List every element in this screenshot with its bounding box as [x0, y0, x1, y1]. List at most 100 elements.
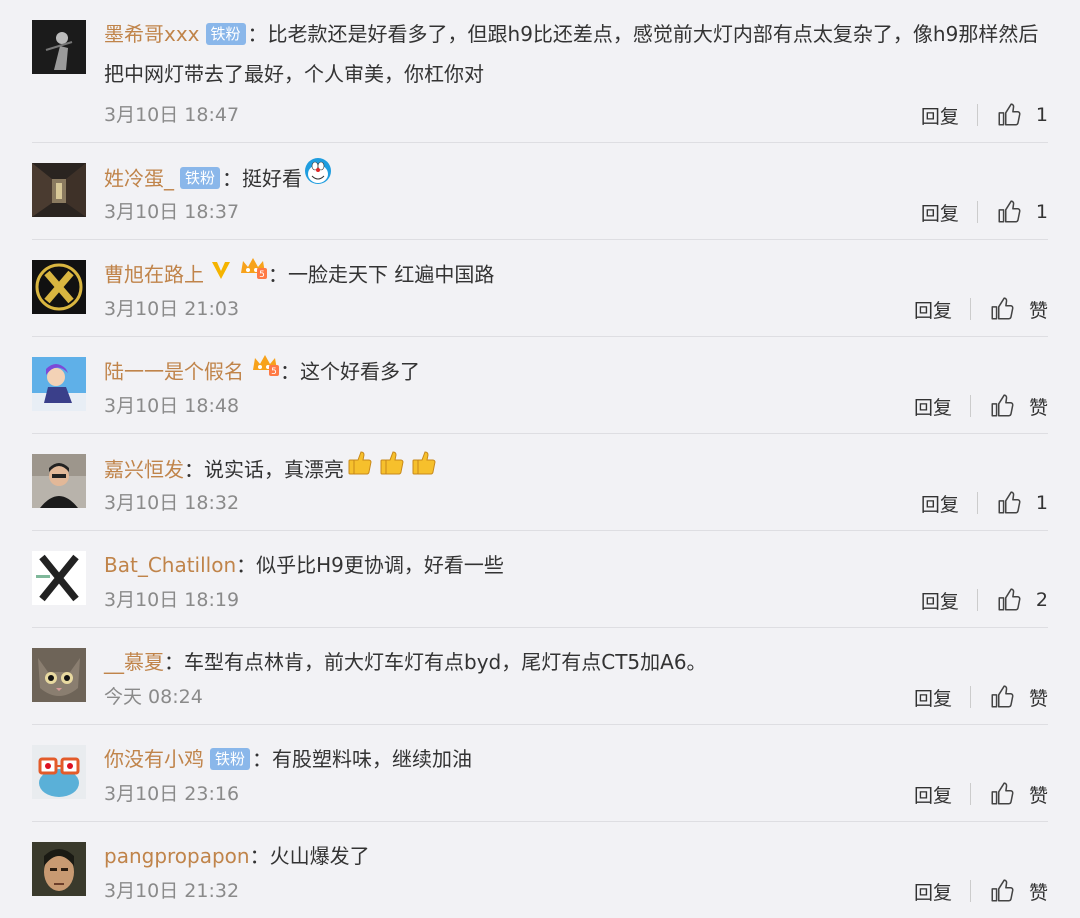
reply-button[interactable]: 回复	[921, 587, 959, 614]
username-link[interactable]: 你没有小鸡	[104, 747, 204, 771]
divider	[969, 298, 971, 320]
thumbs-up-icon	[991, 782, 1014, 805]
thumbs-up-emoji	[378, 448, 406, 489]
comment-actions: 回复 赞	[914, 779, 1048, 809]
comment-time: 今天 08:24	[104, 686, 203, 708]
svg-text:5: 5	[271, 367, 277, 377]
comment-text: 一脸走天下 红遍中国路	[288, 262, 495, 287]
like-count: 1	[1035, 104, 1048, 126]
comment-time: 3月10日 18:32	[104, 492, 240, 514]
like-button[interactable]: 赞	[989, 296, 1048, 323]
comment-time: 3月10日 18:19	[104, 589, 240, 611]
like-count: 1	[1035, 201, 1048, 223]
comment-item: 陆一一是个假名 5 ：这个好看多了 3月10日 18:48 回复 赞	[32, 337, 1048, 434]
comment-actions: 回复 赞	[914, 876, 1048, 906]
like-button[interactable]: 1	[996, 199, 1048, 225]
divider	[976, 492, 978, 514]
username-link[interactable]: 陆一一是个假名	[104, 360, 244, 384]
reply-button[interactable]: 回复	[921, 102, 959, 129]
like-button[interactable]: 1	[996, 490, 1048, 516]
divider	[976, 589, 978, 611]
like-count: 赞	[1028, 881, 1048, 904]
like-button[interactable]: 赞	[989, 684, 1048, 711]
username-link[interactable]: 嘉兴恒发	[104, 458, 184, 482]
divider	[969, 783, 971, 805]
vip-crown-icon: 5	[250, 351, 280, 391]
dark-figure-avatar[interactable]	[32, 20, 86, 74]
comment-text: 车型有点林肯，前大灯车灯有点byd，尾灯有点CT5加A6。	[184, 650, 707, 674]
like-button[interactable]: 2	[996, 587, 1048, 613]
divider	[969, 395, 971, 417]
like-count: 赞	[1028, 784, 1048, 807]
x-logo-avatar[interactable]	[32, 260, 86, 314]
reply-button[interactable]: 回复	[921, 199, 959, 226]
thumbs-up-icon	[998, 200, 1021, 223]
person-avatar[interactable]	[32, 454, 86, 508]
comment-text: 有股塑料味，继续加油	[272, 747, 473, 771]
reply-button[interactable]: 回复	[921, 490, 959, 517]
comment-text: 这个好看多了	[300, 359, 420, 384]
comment-item: 嘉兴恒发：说实话，真漂亮 3月10日 18:32 回复 1	[32, 434, 1048, 531]
comment-body: 嘉兴恒发：说实话，真漂亮	[104, 448, 1048, 494]
comment-item: 曹旭在路上 5 ：一脸走天下 红遍中国路 3月10日 21:03 回复 赞	[32, 240, 1048, 337]
comment-time: 3月10日 23:16	[104, 783, 240, 805]
reply-button[interactable]: 回复	[914, 684, 952, 711]
reply-button[interactable]: 回复	[914, 878, 952, 905]
reply-button[interactable]: 回复	[914, 781, 952, 808]
x-letter-avatar[interactable]	[32, 551, 86, 605]
comment-actions: 回复 赞	[914, 294, 1048, 324]
comment-time: 3月10日 21:03	[104, 298, 240, 320]
comment-item: pangpropapon：火山爆发了 3月10日 21:32 回复 赞	[32, 822, 1048, 918]
thumbs-up-icon	[998, 491, 1021, 514]
like-button[interactable]: 1	[996, 102, 1048, 128]
thumbs-up-icon	[991, 297, 1014, 320]
face-avatar[interactable]	[32, 842, 86, 896]
like-button[interactable]: 赞	[989, 781, 1048, 808]
corridor-avatar[interactable]	[32, 163, 86, 217]
reply-button[interactable]: 回复	[914, 393, 952, 420]
comment-body: 姓冷蛋_ 铁粉 ：挺好看	[104, 157, 1048, 203]
thumbs-up-icon	[991, 879, 1014, 902]
username-link[interactable]: 姓冷蛋_	[104, 167, 174, 191]
thumbs-up-emoji	[410, 448, 438, 489]
doraemon-emoji	[304, 157, 332, 198]
username-link[interactable]: __慕夏	[104, 650, 164, 674]
frog-avatar[interactable]	[32, 745, 86, 799]
username-link[interactable]: Bat_Chatillon	[104, 553, 236, 577]
comment-actions: 回复 2	[921, 585, 1048, 615]
username-link[interactable]: 墨希哥xxx	[104, 22, 200, 46]
like-count: 赞	[1028, 396, 1048, 419]
comment-body: 你没有小鸡 铁粉 ：有股塑料味，继续加油	[104, 747, 473, 771]
comment-text: 似乎比H9更协调，好看一些	[256, 553, 504, 577]
comment-body: 陆一一是个假名 5 ：这个好看多了	[104, 351, 1048, 395]
like-button[interactable]: 赞	[989, 393, 1048, 420]
thumbs-up-icon	[998, 103, 1021, 126]
like-count: 2	[1035, 589, 1048, 611]
divider	[976, 104, 978, 126]
cat-avatar[interactable]	[32, 648, 86, 702]
reply-button[interactable]: 回复	[914, 296, 952, 323]
comment-time: 3月10日 18:37	[104, 201, 240, 223]
like-button[interactable]: 赞	[989, 878, 1048, 905]
thumbs-up-emoji	[346, 448, 374, 489]
thumbs-up-icon	[998, 588, 1021, 611]
verified-v-icon	[210, 254, 232, 294]
anime-avatar[interactable]	[32, 357, 86, 411]
comment-item: Bat_Chatillon：似乎比H9更协调，好看一些 3月10日 18:19 …	[32, 531, 1048, 628]
divider	[969, 880, 971, 902]
comment-body: 墨希哥xxx 铁粉 ：比老款还是好看多了，但跟h9比还差点，感觉前大灯内部有点太复杂…	[104, 22, 1039, 86]
comment-body: Bat_Chatillon：似乎比H9更协调，好看一些	[104, 553, 504, 577]
comment-body: __慕夏：车型有点林肯，前大灯车灯有点byd，尾灯有点CT5加A6。	[104, 650, 707, 674]
comment-list: 墨希哥xxx 铁粉 ：比老款还是好看多了，但跟h9比还差点，感觉前大灯内部有点太复杂…	[0, 0, 1080, 918]
comment-time: 3月10日 18:48	[104, 395, 240, 417]
fan-badge: 铁粉	[210, 747, 251, 770]
like-count: 赞	[1028, 687, 1048, 710]
comment-text: 挺好看	[242, 166, 303, 191]
like-count: 赞	[1028, 299, 1048, 322]
username-link[interactable]: pangpropapon	[104, 844, 250, 868]
comment-actions: 回复 1	[921, 100, 1048, 130]
comment-text: 火山爆发了	[269, 844, 370, 868]
divider	[969, 686, 971, 708]
comment-item: 墨希哥xxx 铁粉 ：比老款还是好看多了，但跟h9比还差点，感觉前大灯内部有点太复杂…	[32, 0, 1048, 143]
username-link[interactable]: 曹旭在路上	[104, 263, 204, 287]
